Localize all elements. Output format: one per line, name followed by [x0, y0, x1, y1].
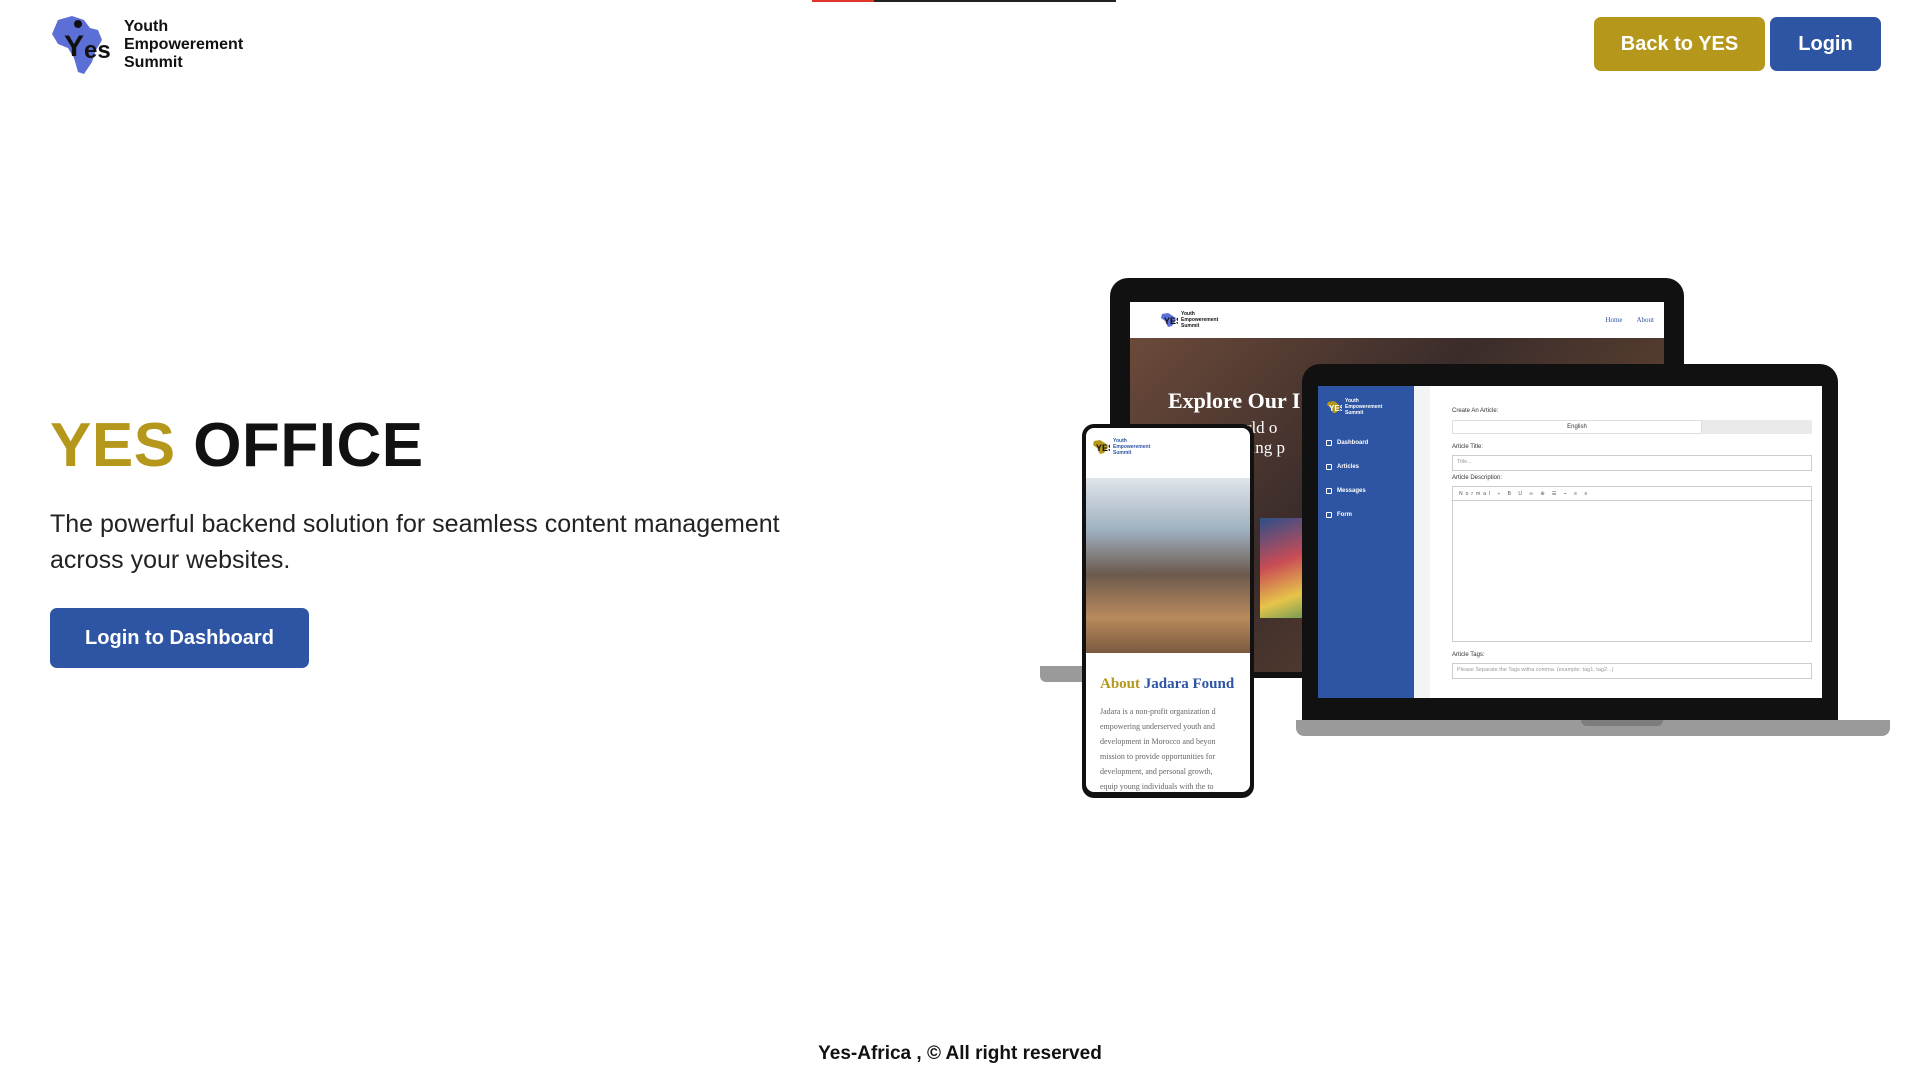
- front-laptop-base: [1296, 720, 1890, 736]
- phone-paragraph: Jadara is a non-profit organization d em…: [1100, 704, 1250, 792]
- site-nav-about: About: [1636, 316, 1655, 324]
- site-nav: YES Youth Empowerement Summit Home About: [1130, 302, 1664, 338]
- title-label: Article Title:: [1452, 444, 1484, 450]
- phone-text-line: development in Morocco and beyon: [1100, 737, 1216, 746]
- dashboard-screen: YES Youth Empowerement Summit Dashboard …: [1318, 386, 1822, 698]
- hero-subtitle: The powerful backend solution for seamle…: [50, 510, 780, 574]
- language-option: English: [1452, 420, 1702, 434]
- back-to-yes-button[interactable]: Back to YES: [1594, 17, 1765, 71]
- phone-logo-line: Summit: [1113, 450, 1132, 456]
- phone-heading-accent: About: [1100, 676, 1141, 692]
- logo-line: Empowerement: [124, 36, 244, 53]
- sidebar-item-form: Form: [1326, 512, 1406, 518]
- page-progress-bar: [812, 0, 1116, 2]
- sidebar-item-dashboard: Dashboard: [1326, 440, 1406, 446]
- phone-photo: [1086, 478, 1250, 653]
- form-heading: Create An Article:: [1452, 408, 1499, 414]
- dashboard-logo-icon: YES Youth Empowerement Summit: [1326, 392, 1406, 422]
- sidebar-item-label: Dashboard: [1337, 440, 1369, 446]
- svg-text:es: es: [84, 37, 111, 64]
- title-accent: YES: [50, 411, 176, 480]
- dashboard-logo-line: Summit: [1345, 410, 1364, 416]
- phone: YES Youth Empowerement Summit About Jada…: [1082, 424, 1254, 798]
- phone-screen: YES Youth Empowerement Summit About Jada…: [1086, 428, 1250, 792]
- progress-fill: [812, 0, 874, 2]
- article-form: Create An Article: English Article Title…: [1430, 386, 1822, 698]
- logo-line: Youth: [124, 18, 169, 35]
- dashboard-main: Create An Article: English Article Title…: [1414, 386, 1822, 698]
- editor-toolbar: Normal ÷ B U ∞ ⊕ ☰ ⌁ ≡ ≡: [1453, 487, 1811, 501]
- login-button[interactable]: Login: [1770, 17, 1881, 71]
- tags-label: Article Tags:: [1452, 652, 1485, 658]
- sidebar-item-label: Articles: [1337, 464, 1360, 470]
- phone-logo-icon: YES Youth Empowerement Summit: [1086, 428, 1250, 466]
- phone-text-line: equip young individuals with the to: [1100, 782, 1214, 791]
- footer-copyright: Yes-Africa , © All right reserved: [818, 1043, 1102, 1064]
- sidebar-item-label: Messages: [1337, 488, 1366, 494]
- devices-illustration: YES Youth Empowerement Summit Home About…: [1040, 278, 1890, 798]
- article-icon: [1326, 464, 1332, 470]
- dashboard-sidebar: YES Youth Empowerement Summit Dashboard …: [1318, 386, 1414, 698]
- phone-text-line: Jadara is a non-profit organization d: [1100, 707, 1216, 716]
- phone-heading: About Jadara Found: [1100, 676, 1234, 693]
- phone-text-line: mission to provide opportunities for: [1100, 752, 1216, 761]
- site-logo-line: Summit: [1181, 323, 1200, 329]
- front-laptop: YES Youth Empowerement Summit Dashboard …: [1302, 364, 1838, 722]
- description-editor: Normal ÷ B U ∞ ⊕ ☰ ⌁ ≡ ≡: [1452, 486, 1812, 642]
- tags-input: Please Separate the Tags witha comma. (e…: [1452, 663, 1812, 679]
- laptop-notch: [1581, 720, 1663, 726]
- sidebar-item-articles: Articles: [1326, 464, 1406, 470]
- login-to-dashboard-button[interactable]: Login to Dashboard: [50, 608, 309, 668]
- phone-text-line: empowering underserved youth and: [1100, 722, 1215, 731]
- title-rest: OFFICE: [193, 411, 424, 480]
- logo-text: Youth Empowerement Summit: [124, 18, 243, 72]
- phone-text-line: development, and personal growth,: [1100, 767, 1213, 776]
- title-input: Title...: [1452, 455, 1812, 471]
- site-nav-home: Home: [1605, 316, 1623, 324]
- sidebar-item-label: Form: [1337, 512, 1352, 518]
- svg-text:Y: Y: [64, 30, 84, 63]
- grid-icon: [1326, 440, 1332, 446]
- language-switch: English: [1452, 420, 1812, 434]
- sidebar-item-messages: Messages: [1326, 488, 1406, 494]
- description-label: Article Description:: [1452, 475, 1503, 481]
- africa-logo-icon: Y es: [50, 14, 122, 76]
- logo-line: Summit: [124, 54, 183, 71]
- svg-text:YES: YES: [1329, 404, 1342, 413]
- svg-text:YES: YES: [1096, 443, 1110, 453]
- page-title: YES OFFICE: [50, 410, 424, 481]
- site-logo-icon: YES Youth Empowerement Summit: [1160, 311, 1218, 329]
- site-hero-title: Explore Our I: [1168, 388, 1301, 413]
- yes-logo[interactable]: Y es Youth Empowerement Summit: [50, 14, 243, 76]
- folder-icon: [1326, 512, 1332, 518]
- svg-text:YES: YES: [1164, 316, 1178, 326]
- phone-heading-rest: Jadara Found: [1143, 676, 1235, 692]
- message-icon: [1326, 488, 1332, 494]
